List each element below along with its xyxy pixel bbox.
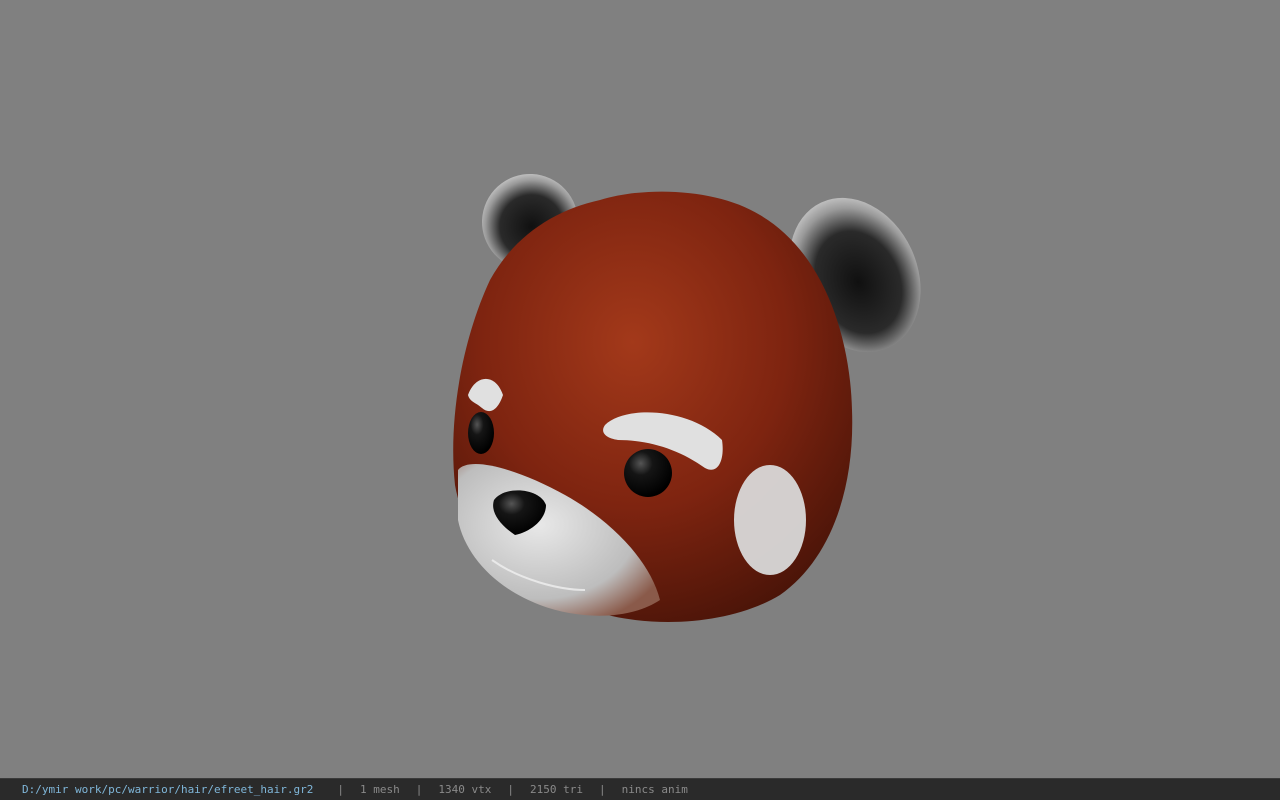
red-panda-head-model[interactable]: [0, 0, 1280, 778]
mesh-count: 1 mesh: [360, 783, 400, 796]
file-path: D:/ymir work/pc/warrior/hair/efreet_hair…: [22, 783, 314, 796]
right-cheek-marking: [734, 465, 806, 575]
left-eye: [468, 412, 494, 454]
status-separator: |: [507, 783, 515, 796]
3d-viewport[interactable]: [0, 0, 1280, 778]
triangle-count: 2150 tri: [530, 783, 583, 796]
right-eye: [624, 449, 672, 497]
status-separator: |: [599, 783, 606, 796]
vertex-count: 1340 vtx: [438, 783, 492, 796]
animation-info: nincs anim: [621, 783, 688, 796]
status-bar: D:/ymir work/pc/warrior/hair/efreet_hair…: [0, 778, 1280, 800]
status-separator: |: [337, 783, 345, 796]
status-separator: |: [415, 783, 423, 796]
